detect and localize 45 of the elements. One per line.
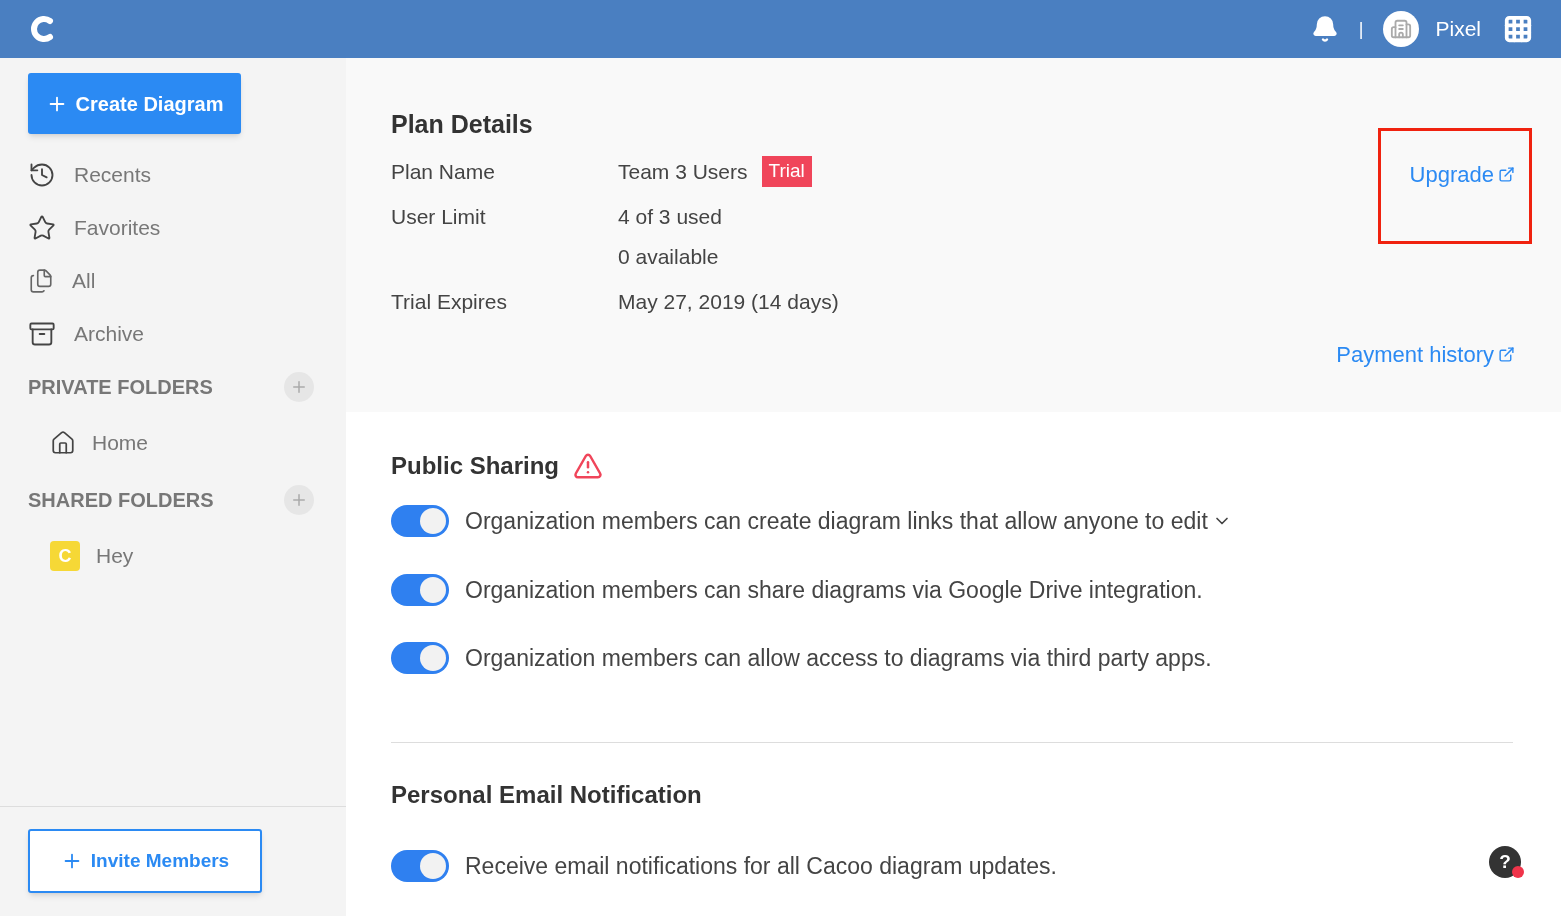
- invite-members-button[interactable]: Invite Members: [28, 829, 262, 893]
- section-heading: SHARED FOLDERS: [28, 487, 214, 513]
- folder-item[interactable]: C Hey: [28, 526, 314, 586]
- nav-item[interactable]: Recents: [28, 148, 314, 201]
- notification-bell-icon[interactable]: [1310, 15, 1339, 43]
- section-title: Plan Details: [391, 109, 534, 140]
- upgrade-link[interactable]: Upgrade: [1409, 158, 1494, 191]
- logo-icon: [28, 15, 54, 43]
- field-value: 0 available: [618, 243, 719, 270]
- field-value: Team 3 Users: [618, 158, 748, 185]
- avatar[interactable]: [1383, 11, 1420, 47]
- field-value: May 27, 2019 (14 days): [618, 289, 839, 315]
- field-label: Plan Name: [391, 158, 496, 185]
- user-name[interactable]: Pixel: [1435, 13, 1481, 45]
- star-icon: [28, 213, 56, 242]
- nav-item[interactable]: All: [28, 254, 314, 307]
- toggle-switch[interactable]: [391, 642, 449, 675]
- field-label: User Limit: [391, 204, 487, 230]
- option-label: Receive email notifications for all Cacoo diagram updates.: [465, 851, 1057, 881]
- section-title: Public Sharing: [391, 451, 560, 481]
- section-title: Personal Email Notification: [391, 779, 703, 810]
- nav-item[interactable]: Favorites: [28, 201, 314, 254]
- payment-history-link[interactable]: Payment history: [1336, 338, 1494, 371]
- nav-item[interactable]: Archive: [28, 307, 314, 360]
- folder-item[interactable]: Home: [28, 413, 314, 473]
- home-icon: [50, 430, 76, 456]
- toggle-switch[interactable]: [391, 573, 449, 606]
- folder-badge: C: [50, 541, 80, 571]
- header-divider: |: [1358, 17, 1364, 41]
- apps-grid-icon[interactable]: [1503, 14, 1533, 44]
- option-label: Organization members can share diagrams via Google Drive integration.: [465, 575, 1203, 605]
- option-label: Organization members can create diagram links that allow anyone to edit: [465, 507, 1208, 536]
- external-link-icon: [1498, 166, 1515, 183]
- create-diagram-button[interactable]: Create Diagram: [28, 73, 241, 134]
- toggle-switch[interactable]: [391, 849, 449, 882]
- trial-badge: Trial: [761, 156, 812, 187]
- option-label: Organization members can allow access to diagrams via third party apps.: [465, 644, 1212, 673]
- documents-icon: [28, 267, 54, 294]
- toggle-switch[interactable]: [391, 505, 449, 538]
- section-heading: PRIVATE FOLDERS: [28, 374, 213, 400]
- external-link-icon: [1498, 346, 1515, 363]
- building-icon: [1390, 18, 1413, 40]
- help-button[interactable]: ?: [1489, 846, 1521, 878]
- field-value: 4 of 3 used: [618, 204, 722, 230]
- field-label: Trial Expires: [391, 289, 508, 315]
